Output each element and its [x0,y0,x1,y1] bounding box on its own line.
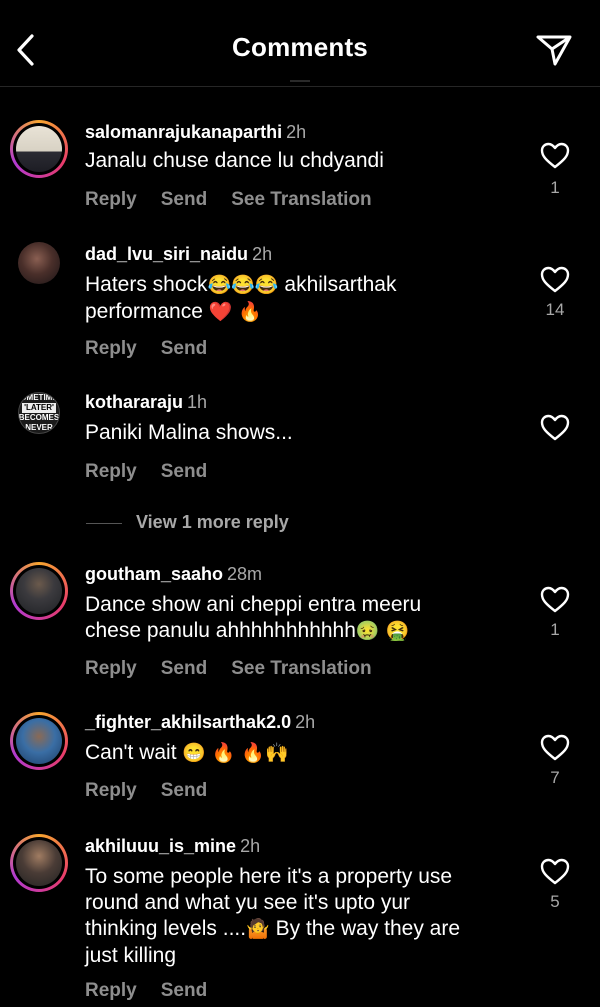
avatar[interactable] [10,712,68,770]
comment-text: Dance show ani cheppi entra meeru chese … [85,593,422,642]
like-count: 1 [550,620,560,639]
raised-hands-emoji: 🙌 [265,743,289,764]
heart-icon[interactable] [540,414,570,442]
comment-text: Janalu chuse dance lu chdyandi [85,149,384,172]
comment-time: 2h [286,122,307,142]
comment-time: 2h [295,712,316,732]
nauseated-emoji: 🤢 [355,621,380,642]
comment-text: Haters shock😂😂😂 akhilsarthak performance… [85,273,397,323]
send-button[interactable]: Send [161,189,207,210]
heart-icon[interactable] [540,734,570,762]
heart-icon[interactable] [540,858,570,886]
laughing-emoji: 😂 [207,275,232,296]
send-button[interactable]: Send [161,658,207,679]
laughing-emoji: 😂 [231,275,255,296]
avatar[interactable] [10,834,68,892]
heart-icon[interactable] [540,266,570,294]
comment-time: 2h [240,836,261,856]
comment-username[interactable]: kothararaju [85,392,183,412]
comment-text: Paniki Malina shows... [85,421,293,444]
avatar[interactable]: SOMETIMES 'LATER' BECOMES NEVER [10,384,68,442]
like-count: 1 [550,178,560,197]
reply-button[interactable]: Reply [85,189,137,210]
reply-button[interactable]: Reply [85,338,137,359]
header-bar: Comments [0,0,600,87]
fire-emoji: 🔥 [211,743,236,764]
vomiting-emoji: 🤮 [385,621,410,642]
like-count: 14 [545,300,565,319]
shrug-emoji: 🤷 [246,919,270,940]
comment-username[interactable]: akhiluuu_is_mine [85,836,236,856]
direct-message-icon[interactable] [534,30,574,70]
send-button[interactable]: Send [161,338,207,359]
like-count: 7 [550,768,560,787]
divider [86,522,122,524]
see-translation-button[interactable]: See Translation [231,189,371,210]
fire-emoji: 🔥 [238,302,262,323]
heart-icon[interactable] [540,142,570,170]
comment-username[interactable]: dad_lvu_siri_naidu [85,244,248,264]
comment-time: 28m [227,564,263,584]
send-button[interactable]: Send [161,461,207,482]
reply-button[interactable]: Reply [85,658,137,679]
view-more-replies[interactable]: View 1 more reply [86,512,289,533]
laughing-emoji: 😂 [254,275,279,296]
reply-button[interactable]: Reply [85,780,137,801]
like-count: 5 [550,892,560,911]
reply-button[interactable]: Reply [85,980,137,1001]
comment-username[interactable]: goutham_saaho [85,564,223,584]
avatar[interactable] [10,562,68,620]
reply-button[interactable]: Reply [85,461,137,482]
scroll-hint [290,80,310,82]
grinning-emoji: 😁 [182,743,207,764]
comment-time: 1h [187,392,208,412]
comment-text: Can't wait 😁 🔥 🔥🙌 [85,741,289,764]
comment-time: 2h [252,244,273,264]
send-button[interactable]: Send [161,780,207,801]
comment-text: To some people here it's a property use … [85,865,461,967]
page-title: Comments [232,32,368,62]
fire-emoji: 🔥 [241,743,266,764]
comment-username[interactable]: _fighter_akhilsarthak2.0 [85,712,291,732]
avatar[interactable] [10,234,68,292]
send-button[interactable]: Send [161,980,207,1001]
avatar[interactable] [10,120,68,178]
comment-username[interactable]: salomanrajukanaparthi [85,122,282,142]
heart-emoji: ❤️ [208,302,233,323]
see-translation-button[interactable]: See Translation [231,658,371,679]
heart-icon[interactable] [540,586,570,614]
